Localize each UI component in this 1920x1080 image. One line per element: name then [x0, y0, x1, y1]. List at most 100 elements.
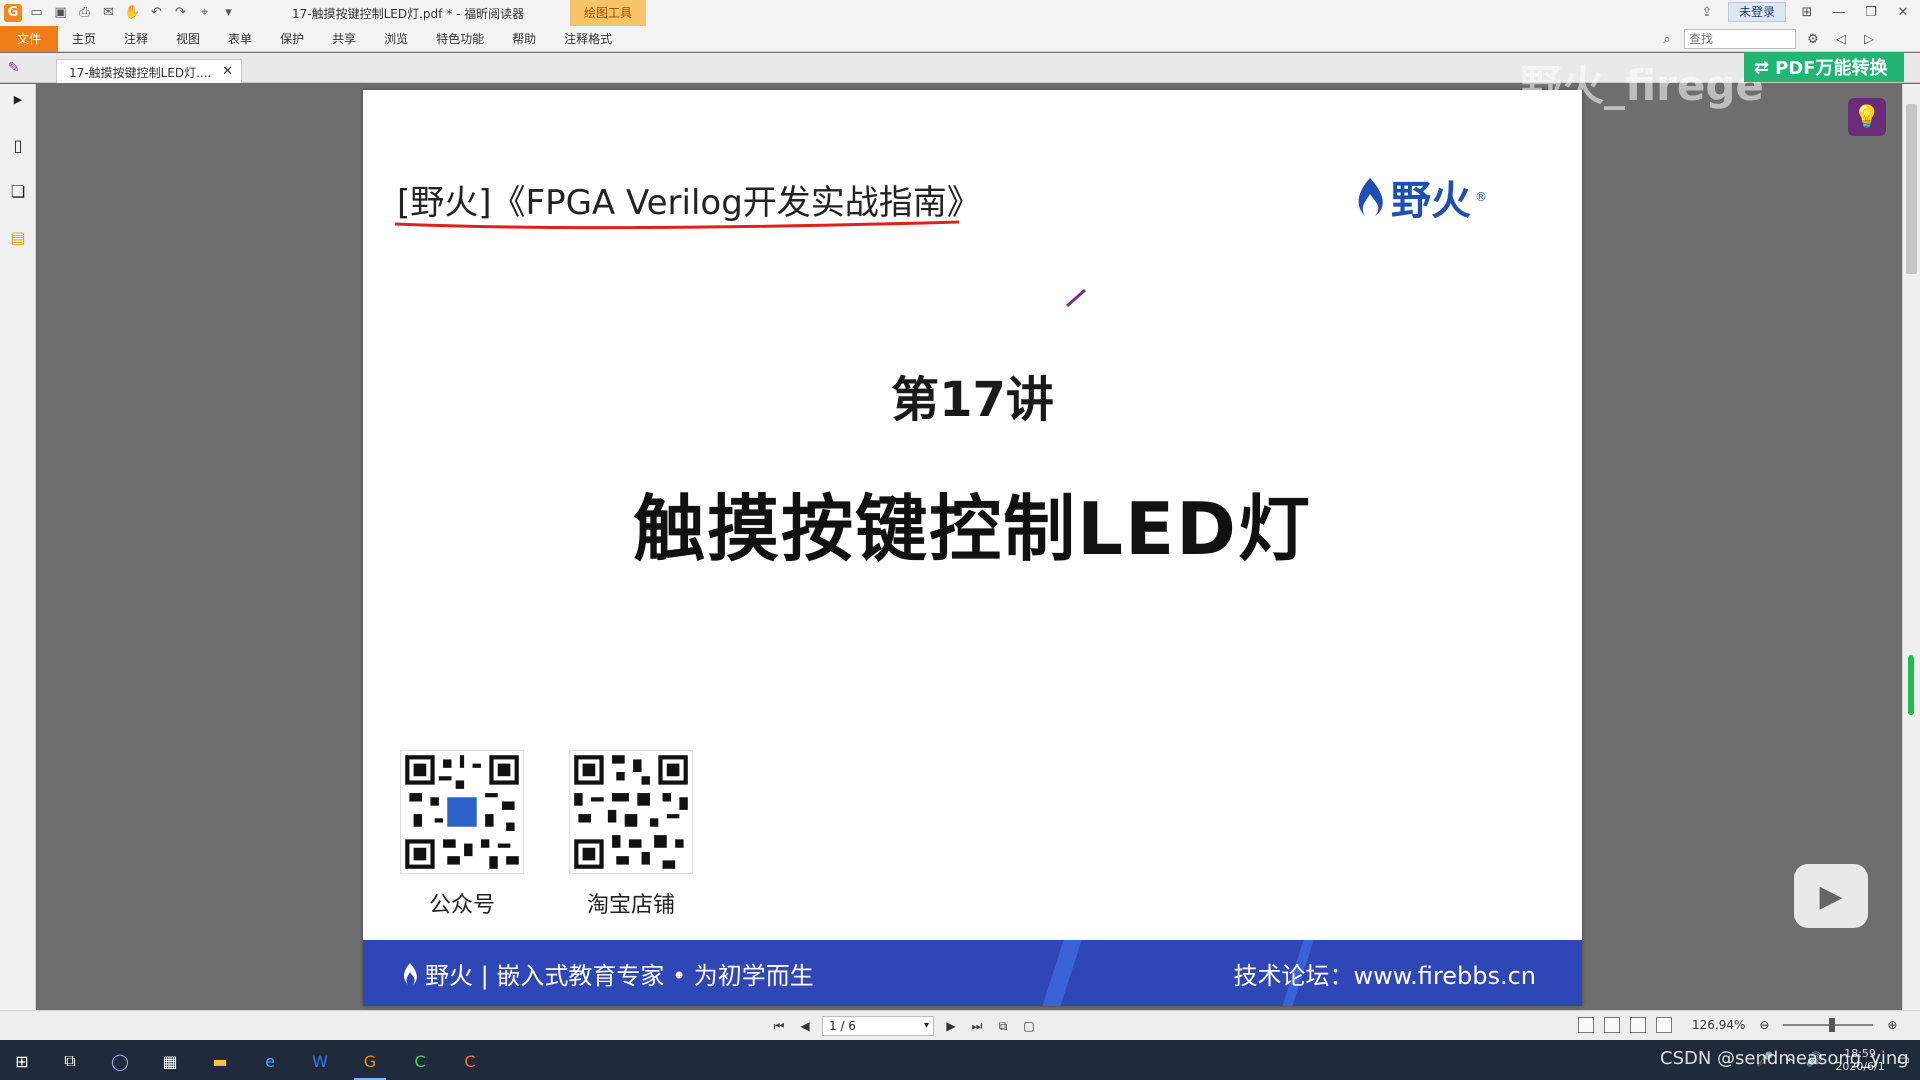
zoom-knob[interactable]: [1829, 1018, 1836, 1032]
drawing-tools-tab[interactable]: 绘图工具: [570, 0, 646, 26]
zoom-in-icon[interactable]: ⊕: [1883, 1016, 1901, 1034]
menu-comment-format[interactable]: 注释格式: [550, 26, 626, 52]
taskbar: ⊞ ⧉ ◯ ▦ ▬ e W G C C 🎤 ⌁ 🔊 18:59 2020/6/1…: [0, 1040, 1920, 1080]
chevron-down-icon[interactable]: ▾: [924, 1017, 929, 1035]
zoom-level[interactable]: 126.94%: [1692, 1018, 1745, 1032]
quick-access-toolbar: G ▭ ▣ ⎙ ✉ ✋ ↶ ↷ ⌖ ▾: [4, 3, 238, 22]
menu-help[interactable]: 帮助: [498, 26, 550, 52]
forward-icon[interactable]: ▷: [1858, 29, 1880, 49]
pen-tool-icon[interactable]: ✎: [8, 60, 26, 76]
qr-code-icon: [400, 750, 524, 874]
lightbulb-icon[interactable]: 💡: [1848, 98, 1886, 136]
print-icon[interactable]: ⎙: [75, 3, 94, 22]
close-icon[interactable]: ✕: [1892, 2, 1914, 22]
footer-forum: 技术论坛：www.firebbs.cn: [1233, 962, 1536, 990]
camtasia-icon[interactable]: C: [400, 1044, 440, 1078]
hand-icon[interactable]: ✋: [123, 3, 142, 22]
bookmark-panel-icon[interactable]: ▯: [7, 134, 29, 156]
find-folder-icon[interactable]: ⌕: [1656, 29, 1678, 49]
login-button[interactable]: 未登录: [1727, 2, 1786, 22]
app-logo-icon[interactable]: G: [4, 3, 22, 22]
menu-share[interactable]: 共享: [318, 26, 370, 52]
task-view-icon[interactable]: ⧉: [50, 1044, 90, 1078]
settings-icon[interactable]: ⚙: [1802, 29, 1824, 49]
qr-label-taobao: 淘宝店铺: [586, 893, 675, 918]
menu-file[interactable]: 文件: [0, 26, 58, 52]
brand-logo: 野火 ®: [1353, 168, 1487, 226]
menu-comment[interactable]: 注释: [110, 26, 162, 52]
redo-icon[interactable]: ↷: [171, 3, 190, 22]
pages-panel-icon[interactable]: ❏: [7, 180, 29, 202]
open-icon[interactable]: ▭: [27, 3, 46, 22]
next-page-icon[interactable]: ▶: [942, 1017, 960, 1035]
undo-icon[interactable]: ↶: [147, 3, 166, 22]
single-page-view-icon[interactable]: [1578, 1017, 1594, 1033]
close-tab-icon[interactable]: ✕: [222, 64, 233, 79]
prev-view-icon[interactable]: ⧉: [994, 1017, 1012, 1035]
cortana-icon[interactable]: ◯: [100, 1044, 140, 1078]
menu-view[interactable]: 视图: [162, 26, 214, 52]
menu-home[interactable]: 主页: [58, 26, 110, 52]
comments-panel-icon[interactable]: ▤: [7, 226, 29, 248]
scrollbar-thumb[interactable]: [1906, 104, 1917, 274]
zoom-out-icon[interactable]: ⊖: [1755, 1016, 1773, 1034]
footer-slogan: 野火 | 嵌入式教育专家 • 为初学而生: [401, 956, 814, 991]
cover-view-icon[interactable]: [1656, 1017, 1672, 1033]
menu-browse[interactable]: 浏览: [370, 26, 422, 52]
first-page-icon[interactable]: ⏮: [770, 1017, 788, 1035]
flame-icon: [404, 962, 417, 985]
calculator-icon[interactable]: ▦: [150, 1044, 190, 1078]
footer-band: 野火 | 嵌入式教育专家 • 为初学而生 技术论坛：www.firebbs.cn: [363, 940, 1582, 1006]
select-icon[interactable]: ⌖: [195, 3, 214, 22]
document-tab[interactable]: 17-触摸按键控制LED灯.... ✕: [56, 59, 242, 83]
menu-form[interactable]: 表单: [214, 26, 266, 52]
lecture-number: 第17讲: [891, 372, 1054, 428]
facing-view-icon[interactable]: [1630, 1017, 1646, 1033]
side-progress-handle[interactable]: [1908, 655, 1914, 715]
back-icon[interactable]: ◁: [1830, 29, 1852, 49]
save-icon[interactable]: ▣: [51, 3, 70, 22]
continuous-view-icon[interactable]: [1604, 1017, 1620, 1033]
last-page-icon[interactable]: ⏭: [968, 1017, 986, 1035]
zoom-track: [1783, 1024, 1874, 1026]
grid-icon[interactable]: ⊞: [1796, 2, 1818, 22]
foxit-reader-icon[interactable]: G: [350, 1044, 390, 1080]
convert-icon: ⇄: [1754, 56, 1770, 78]
search-input[interactable]: [1684, 29, 1796, 49]
pen-cursor-icon: [1066, 288, 1086, 308]
window-title: 17-触摸按键控制LED灯.pdf * - 福昕阅读器: [292, 7, 525, 21]
brand-name: 野火: [1391, 178, 1471, 224]
red-underline-annotation[interactable]: [393, 218, 963, 232]
pdf-convert-button[interactable]: ⇄ PDF万能转换: [1744, 52, 1904, 82]
csdn-watermark: CSDN @sendmeasong_ying: [1660, 1048, 1909, 1069]
customize-icon[interactable]: ▾: [219, 3, 238, 22]
menu-protect[interactable]: 保护: [266, 26, 318, 52]
minimize-icon[interactable]: —: [1828, 2, 1850, 22]
lecture-title: 触摸按键控制LED灯: [633, 487, 1312, 571]
qr-block-wechat: 公众号: [399, 750, 525, 919]
next-view-icon[interactable]: ▢: [1020, 1017, 1038, 1035]
share-icon[interactable]: ⇪: [1696, 2, 1718, 22]
document-tab-label: 17-触摸按键控制LED灯....: [69, 66, 212, 80]
search-area: ⌕ ⚙ ◁ ▷: [1656, 29, 1880, 49]
flame-icon: [1358, 178, 1383, 216]
email-icon[interactable]: ✉: [99, 3, 118, 22]
zoom-slider[interactable]: [1783, 1017, 1874, 1033]
page-number-input[interactable]: 1 / 6 ▾: [822, 1016, 934, 1036]
prev-page-icon[interactable]: ◀: [796, 1017, 814, 1035]
left-sidebar: ▶ ▯ ❏ ▤: [0, 84, 36, 1010]
pdf-convert-label: PDF万能转换: [1775, 58, 1888, 79]
pdf-page[interactable]: [野火]《FPGA Verilog开发实战指南》 野火 ® 第17讲 触摸按键控…: [363, 90, 1582, 1006]
view-controls: 126.94% ⊖ ⊕: [1578, 1016, 1901, 1034]
edge-browser-icon[interactable]: e: [250, 1044, 290, 1078]
file-explorer-icon[interactable]: ▬: [200, 1044, 240, 1078]
recorder-icon[interactable]: C: [450, 1044, 490, 1078]
video-play-icon[interactable]: ▶: [1794, 864, 1868, 928]
expand-panel-icon[interactable]: ▶: [7, 88, 29, 110]
restore-icon[interactable]: ❐: [1860, 2, 1882, 22]
vertical-scrollbar[interactable]: [1902, 84, 1920, 1010]
windows-start-icon[interactable]: ⊞: [2, 1044, 42, 1078]
word-icon[interactable]: W: [300, 1044, 340, 1078]
menu-features[interactable]: 特色功能: [422, 26, 498, 52]
video-watermark: 野火_firege: [1520, 61, 1764, 110]
